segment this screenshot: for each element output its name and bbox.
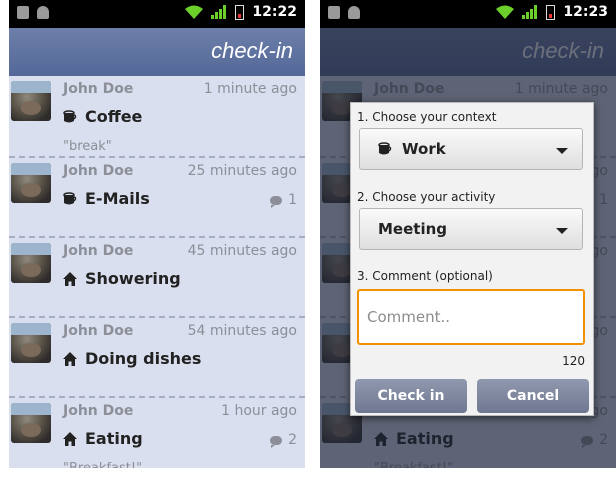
coffee-cup-icon [378, 142, 392, 155]
comment-count: 2 [270, 432, 297, 448]
context-label: 1. Choose your context [357, 110, 497, 124]
android-icon [348, 6, 360, 19]
activity: Coffee [63, 107, 142, 126]
status-clock: 12:22 [252, 4, 297, 20]
checkin-dialog-screen: 12:23 check-in John Doe1 minute agoago1a… [320, 0, 616, 468]
user-avatar [11, 81, 51, 121]
android-icon [37, 6, 49, 19]
context-spinner[interactable]: Work [359, 128, 583, 170]
checkin-feed[interactable]: John Doe 1 minute ago Coffee "break" John Do… [9, 76, 305, 468]
signal-icon [211, 5, 227, 19]
status-bar: 12:22 [9, 0, 305, 28]
coffee-cup-icon [63, 109, 77, 122]
comment-input[interactable] [357, 289, 585, 345]
comment-count-value: 1 [288, 192, 297, 208]
activity: Doing dishes [63, 349, 201, 368]
user-name: John Doe [63, 163, 134, 179]
timestamp: 25 minutes ago [187, 163, 297, 179]
comment-count: 1 [270, 192, 297, 208]
activity-name: Showering [85, 269, 181, 288]
app-title-bar: check-in [9, 28, 305, 76]
user-avatar [11, 403, 51, 443]
coffee-cup-icon [63, 191, 77, 204]
speech-bubble-icon [270, 195, 283, 208]
battery-icon [235, 4, 245, 20]
status-clock: 12:23 [563, 4, 608, 20]
cancel-button[interactable]: Cancel [477, 379, 589, 413]
comment-label: 3. Comment (optional) [357, 269, 493, 283]
signal-icon [522, 5, 538, 19]
user-name: John Doe [63, 323, 134, 339]
speech-bubble-icon [270, 435, 283, 448]
app-title: check-in [211, 38, 293, 63]
user-name: John Doe [63, 243, 134, 259]
checkin-dialog: 1. Choose your context Work 2. Choose yo… [350, 102, 594, 416]
feed-screen: 12:22 check-in John Doe 1 minute ago Coffe… [9, 0, 305, 468]
checkin-list-item[interactable]: John Doe 1 hour ago Eating "Breakfast!" 2 [9, 396, 305, 468]
user-name: John Doe [63, 403, 134, 419]
home-icon [63, 431, 77, 446]
activity-name: Eating [85, 429, 143, 448]
timestamp: 1 hour ago [221, 403, 297, 419]
checkin-list-item[interactable]: John Doe 54 minutes ago Doing dishes [9, 316, 305, 396]
activity-value: Meeting [378, 220, 448, 238]
activity: E-Mails [63, 189, 150, 208]
check-in-button[interactable]: Check in [355, 379, 467, 413]
chevron-down-icon [556, 148, 568, 154]
checkin-list-item[interactable]: John Doe 25 minutes ago E-Mails 1 [9, 156, 305, 236]
timestamp: 54 minutes ago [187, 323, 297, 339]
activity-name: E-Mails [85, 189, 150, 208]
activity-name: Coffee [85, 107, 143, 126]
user-avatar [11, 323, 51, 363]
status-bar: 12:23 [320, 0, 616, 28]
wifi-icon [185, 5, 204, 19]
user-name: John Doe [63, 81, 134, 97]
comment-count-value: 2 [288, 432, 297, 448]
sd-card-icon [17, 6, 29, 19]
char-counter: 120 [562, 354, 585, 368]
context-value: Work [402, 140, 446, 158]
home-icon [63, 271, 77, 286]
timestamp: 45 minutes ago [187, 243, 297, 259]
comment-text: "break" [63, 139, 112, 154]
activity-spinner[interactable]: Meeting [359, 208, 583, 250]
activity: Showering [63, 269, 181, 288]
activity-label: 2. Choose your activity [357, 190, 496, 204]
chevron-down-icon [556, 228, 568, 234]
checkin-list-item[interactable]: John Doe 1 minute ago Coffee "break" [9, 76, 305, 156]
checkin-list-item[interactable]: John Doe 45 minutes ago Showering [9, 236, 305, 316]
user-avatar [11, 163, 51, 203]
activity: Eating [63, 429, 143, 448]
timestamp: 1 minute ago [203, 81, 297, 97]
battery-icon [546, 4, 556, 20]
user-avatar [11, 243, 51, 283]
home-icon [63, 351, 77, 366]
sd-card-icon [328, 6, 340, 19]
comment-text: "Breakfast!" [63, 461, 142, 468]
activity-name: Doing dishes [85, 349, 202, 368]
wifi-icon [496, 5, 515, 19]
